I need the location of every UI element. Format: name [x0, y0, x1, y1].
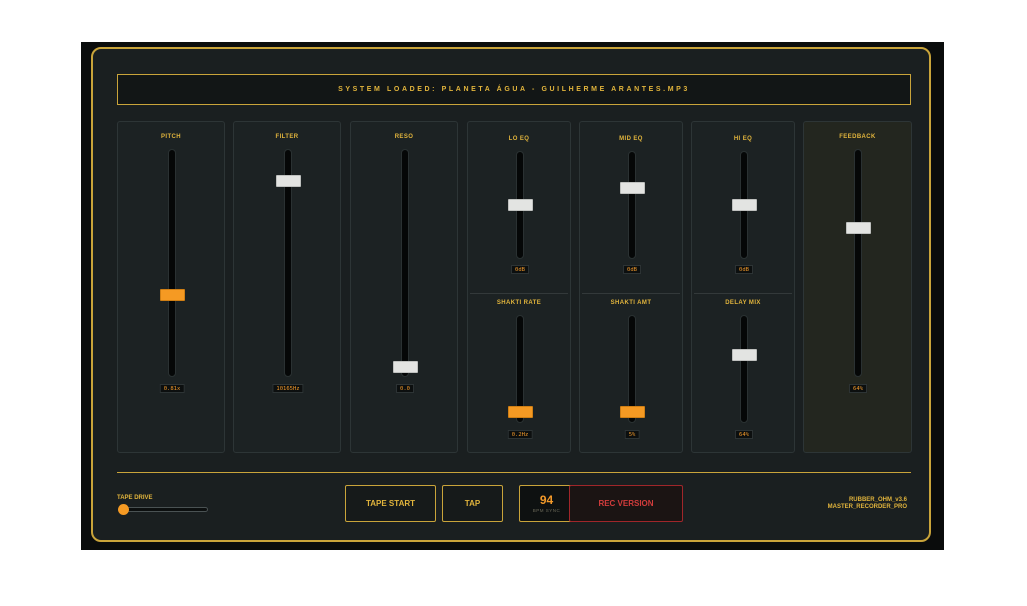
filter-label: FILTER [275, 134, 299, 140]
shakti-amt-slider-thumb[interactable] [619, 406, 645, 419]
strip-divider [470, 293, 568, 294]
shakti-rate-label: SHAKTI RATE [496, 300, 542, 306]
lo-eq-value: 0dB [511, 265, 529, 274]
reso-label: RESO [394, 134, 414, 140]
strip-divider [694, 293, 792, 294]
pitch-value: 0.81x [159, 384, 185, 393]
lo-eq-slider-thumb[interactable] [507, 199, 533, 211]
pitch-slider-track[interactable] [168, 149, 176, 377]
channel-filter: FILTER 10165Hz [233, 121, 341, 453]
reso-slider-thumb[interactable] [392, 360, 418, 373]
shakti-amt-label: SHAKTI AMT [610, 300, 652, 306]
bpm-label: BPM SYNC [532, 508, 561, 513]
bpm-display: 94 BPM SYNC [519, 485, 574, 522]
shakti-rate-slider-thumb[interactable] [507, 406, 533, 419]
bpm-value: 94 [539, 493, 554, 507]
filter-value: 10165Hz [272, 384, 304, 393]
filter-slider-thumb[interactable] [275, 174, 301, 187]
pitch-slider-thumb[interactable] [159, 289, 185, 302]
version-info: RUBBER_OHM_v3.6 MASTER_RECORDER_PRO [828, 497, 907, 511]
tape-drive-label: TAPE DRIVE [117, 495, 153, 501]
console-panel: SYSTEM LOADED: PLANETA ÁGUA - GUILHERME … [91, 47, 931, 542]
delay-mix-label: DELAY MIX [725, 300, 761, 306]
reso-slider-track[interactable] [401, 149, 409, 377]
shakti-amt-value: 5% [624, 430, 640, 439]
delay-mix-slider-track[interactable] [740, 315, 748, 423]
status-display: SYSTEM LOADED: PLANETA ÁGUA - GUILHERME … [117, 74, 911, 105]
hi-eq-slider-thumb[interactable] [731, 199, 757, 211]
pitch-label: PITCH [161, 134, 181, 140]
tape-drive-slider[interactable] [118, 507, 208, 512]
feedback-slider-thumb[interactable] [845, 222, 871, 235]
channel-lo-eq: LO EQ 0dB SHAKTI RATE 0.2Hz [467, 121, 571, 453]
mid-eq-slider-track[interactable] [628, 151, 636, 259]
lo-eq-label: LO EQ [508, 136, 530, 142]
version-line-2: MASTER_RECORDER_PRO [827, 504, 907, 510]
rec-version-button[interactable]: REC VERSION [569, 485, 683, 522]
feedback-label: FEEDBACK [839, 134, 876, 140]
tape-drive-knob[interactable] [118, 504, 129, 515]
reso-value: 0.0 [396, 384, 414, 393]
version-line-1: RUBBER_OHM_v3.6 [848, 497, 907, 503]
channel-reso: RESO 0.0 [350, 121, 458, 453]
app-window: SYSTEM LOADED: PLANETA ÁGUA - GUILHERME … [81, 42, 944, 550]
hi-eq-value: 0dB [735, 265, 753, 274]
channel-pitch: PITCH 0.81x [117, 121, 225, 453]
mid-eq-value: 0dB [623, 265, 641, 274]
feedback-slider-track[interactable] [854, 149, 862, 377]
channel-hi-eq: HI EQ 0dB DELAY MIX 64% [691, 121, 795, 453]
status-text: SYSTEM LOADED: PLANETA ÁGUA - GUILHERME … [338, 86, 690, 93]
strip-divider [582, 293, 680, 294]
mid-eq-label: MID EQ [619, 136, 643, 142]
shakti-rate-value: 0.2Hz [507, 430, 533, 439]
delay-mix-value: 64% [735, 430, 753, 439]
channel-feedback: FEEDBACK 64% [803, 121, 912, 453]
delay-mix-slider-thumb[interactable] [731, 348, 757, 361]
hi-eq-label: HI EQ [733, 136, 753, 142]
tape-start-button[interactable]: TAPE START [345, 485, 436, 522]
tap-button[interactable]: TAP [442, 485, 503, 522]
section-divider [117, 472, 911, 473]
mid-eq-slider-thumb[interactable] [619, 181, 645, 194]
feedback-value: 64% [849, 384, 867, 393]
channel-mid-eq: MID EQ 0dB SHAKTI AMT 5% [579, 121, 683, 453]
